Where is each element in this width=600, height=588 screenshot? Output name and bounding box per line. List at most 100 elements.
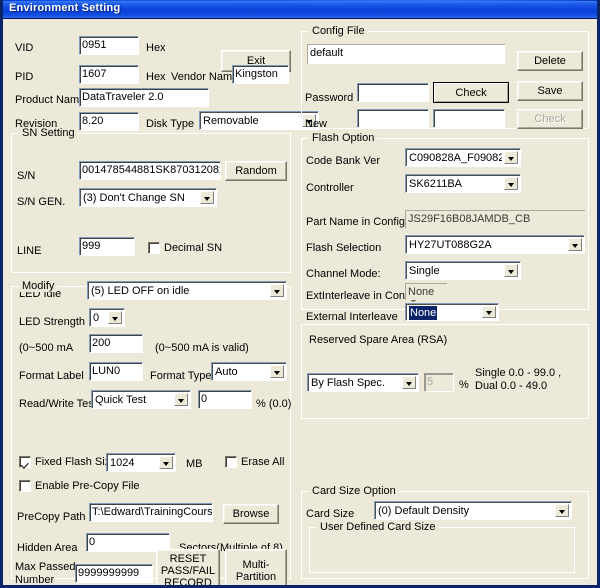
rw-test-percent-suffix: % (0.0) [256,398,292,410]
precopy-path-input[interactable]: T:\Edward\TrainingCourse [89,503,213,522]
current-input[interactable]: 200 [89,334,143,353]
password-input[interactable] [357,83,429,102]
fixed-flash-size-select[interactable]: 1024 [106,453,176,472]
title-bar: Environment Setting [3,0,597,19]
multi-partition-button[interactable]: Multi-Partition [225,549,287,585]
code-bank-ver-select[interactable]: C090828A_F090828A [405,148,521,167]
chevron-down-icon[interactable] [504,151,518,164]
rsa-range-hint: Single 0.0 - 99.0 , Dual 0.0 - 49.0 [475,367,562,392]
led-strength-label: LED Strength [19,316,86,328]
flash-selection-value: HY27UT088G2A [409,239,492,251]
decimal-sn-checkbox[interactable]: Decimal SN [148,242,222,255]
external-interleave-value: None [409,306,438,320]
browse-button[interactable]: Browse [223,504,279,524]
pid-input[interactable]: 1607 [79,65,139,84]
line-label: LINE [17,245,42,257]
pid-hex-label: Hex [146,71,166,83]
hidden-area-label: Hidden Area [17,542,78,554]
rsa-percent-input: 5 [424,373,454,392]
revision-input[interactable]: 8.20 [79,112,139,131]
disk-type-value: Removable [203,115,259,127]
max-passed-input[interactable]: 9999999999 [75,564,153,583]
rsa-mode-value: By Flash Spec. [311,377,385,389]
chevron-down-icon[interactable] [402,376,416,389]
format-label-label: Format Label [19,370,84,382]
ext-interleave-config-value: None [405,283,447,300]
led-idle-select[interactable]: (5) LED OFF on idle [87,281,287,300]
flash-selection-select[interactable]: HY27UT088G2A [405,235,585,254]
fixed-flash-size-checkbox[interactable]: Fixed Flash Size [19,456,116,469]
client-area: VID 0951 Hex Exit PID 1607 Hex Vendor Na… [3,19,597,585]
chevron-down-icon[interactable] [504,264,518,277]
led-strength-value: 0 [93,312,100,324]
chevron-down-icon[interactable] [270,284,284,297]
fixed-flash-size-value: 1024 [110,457,135,469]
vid-input[interactable]: 0951 [79,36,139,55]
pid-label: PID [15,71,34,83]
sn-gen-label: S/N GEN. [17,196,66,208]
rw-test-percent-input[interactable]: 0 [198,390,252,409]
sn-input[interactable]: 001478544881SK8703120829 [79,161,221,180]
max-passed-label: Max Passed Number [15,561,76,586]
new-password-confirm-input[interactable] [433,109,505,128]
checkbox-box [19,480,31,492]
rw-test-value: Quick Test [95,394,147,406]
chevron-down-icon[interactable] [482,306,496,318]
code-bank-ver-label: Code Bank Ver [306,155,380,167]
part-name-label: Part Name in Config [306,216,406,228]
window-title: Environment Setting [9,2,121,14]
line-input[interactable]: 999 [79,237,135,256]
config-file-input[interactable]: default [307,44,505,64]
rsa-percent-symbol: % [459,379,469,391]
chevron-down-icon[interactable] [555,504,569,517]
external-interleave-select[interactable]: None [405,303,499,321]
disk-type-label: Disk Type [146,118,195,130]
chevron-down-icon[interactable] [108,311,122,324]
code-bank-ver-value: C090828A_F090828A [409,152,502,164]
chevron-down-icon[interactable] [200,191,214,204]
random-button[interactable]: Random [225,161,287,181]
product-name-input[interactable]: DataTraveler 2.0 [79,88,209,107]
format-label-input[interactable]: LUN0 [89,362,143,381]
new-password-input[interactable] [357,109,429,128]
save-button[interactable]: Save [517,81,583,101]
vid-hex-label: Hex [146,42,166,54]
format-type-label: Format Type [150,370,212,382]
vid-label: VID [15,42,34,54]
current-range-hint: (0~500 mA is valid) [155,342,249,354]
password-label: Password [305,92,354,104]
check-new-password-button: Check [517,109,583,129]
erase-all-label: Erase All [241,456,285,468]
chevron-down-icon[interactable] [568,238,582,251]
reset-pass-fail-record-button[interactable]: RESET PASS/FAIL RECORD [156,549,220,585]
controller-select[interactable]: SK6211BA [405,174,521,193]
chevron-down-icon[interactable] [174,393,188,406]
controller-label: Controller [306,182,354,194]
product-name-label: Product Name [15,94,86,106]
chevron-down-icon[interactable] [504,177,518,190]
rw-test-select[interactable]: Quick Test [91,390,191,409]
new-password-label: New [305,118,328,130]
card-size-value: (0) Default Density [378,505,470,517]
led-strength-select[interactable]: 0 [89,308,125,327]
part-name-value: JS29F16B08JAMDB_CB [405,210,585,229]
decimal-sn-label: Decimal SN [164,242,223,254]
sn-gen-select[interactable]: (3) Don't Change SN [79,188,217,207]
vendor-name-label: Vendor Name [171,71,239,83]
controller-value: SK6211BA [409,178,463,190]
environment-setting-window: Environment Setting VID 0951 Hex Exit PI… [0,0,600,588]
delete-button[interactable]: Delete [517,51,583,71]
channel-mode-select[interactable]: Single [405,261,521,280]
checkbox-box [19,456,31,468]
vendor-name-input[interactable]: Kingston [232,65,289,84]
rsa-mode-select[interactable]: By Flash Spec. [307,373,419,392]
enable-precopy-checkbox[interactable]: Enable Pre-Copy File [19,480,140,493]
card-size-option-group-title: Card Size Option [309,485,399,497]
erase-all-checkbox[interactable]: Erase All [225,456,284,469]
chevron-down-icon[interactable] [270,365,284,378]
chevron-down-icon[interactable] [159,456,173,469]
check-password-button[interactable]: Check [433,82,509,103]
format-type-select[interactable]: Auto [211,362,287,381]
ext-interleave-config-label: ExtInterleave in Config [306,290,417,302]
card-size-select[interactable]: (0) Default Density [374,501,572,520]
